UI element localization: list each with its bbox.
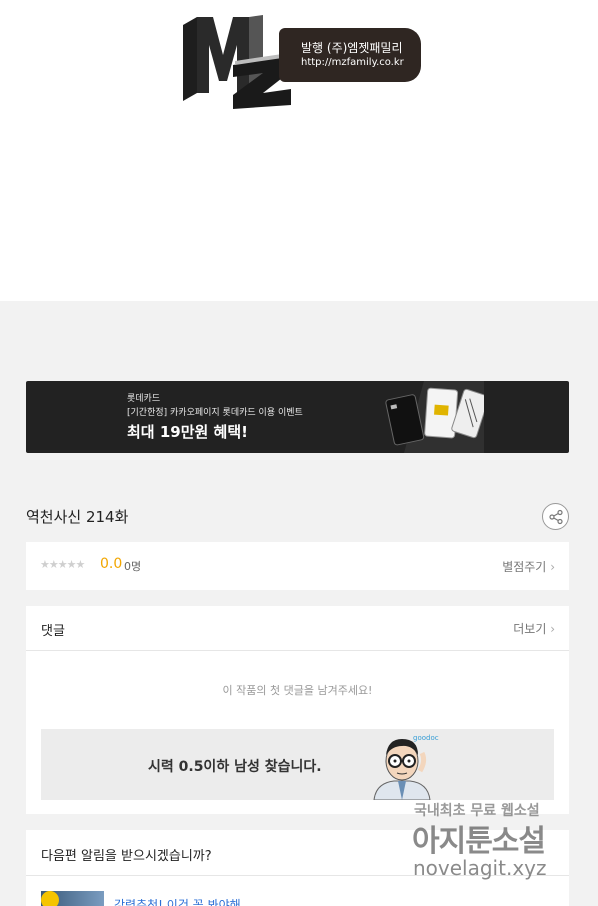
rating-stars: ★★★★★ <box>40 558 85 571</box>
credit-cards-illustration <box>385 381 484 453</box>
recommend-link[interactable]: 강력추천! 이건 꼭 봐야해 <box>114 896 241 906</box>
comments-heading: 댓글 <box>41 624 65 639</box>
banner-headline: 최대 19만원 혜택! <box>127 423 248 441</box>
comments-empty-message: 이 작품의 첫 댓글을 남겨주세요! <box>222 684 373 697</box>
banner-brand: 롯데카드 <box>127 394 161 404</box>
rate-button[interactable]: 별점주기 › <box>502 558 555 575</box>
clock-icon <box>41 891 59 906</box>
divider <box>26 650 569 651</box>
rating-count: 0명 <box>124 560 142 573</box>
divider <box>26 875 569 876</box>
episode-title: 역천사신 214화 <box>26 508 129 526</box>
ad-banner[interactable]: 시력 0.5이하 남성 찾습니다. goodoc <box>41 729 554 800</box>
banner-event-text: [기간한정] 카카오페이지 롯데카드 이용 이벤트 <box>127 408 303 418</box>
recommend-thumbnail[interactable] <box>41 891 104 906</box>
notification-question: 다음편 알림을 받으시겠습니까? <box>41 849 212 864</box>
chevron-right-icon: › <box>550 560 555 574</box>
publisher-logo: 발행 (주)엠젯패밀리 http://mzfamily.co.kr <box>183 15 423 109</box>
comments-more-label: 더보기 <box>513 622 547 636</box>
comments-more-button[interactable]: 더보기 › <box>513 620 555 637</box>
rate-button-label: 별점주기 <box>502 560 547 574</box>
promo-banner[interactable]: 롯데카드 [기간한정] 카카오페이지 롯데카드 이용 이벤트 최대 19만원 혜… <box>26 381 569 453</box>
notification-panel: 다음편 알림을 받으시겠습니까? 강력추천! 이건 꼭 봐야해 <box>26 830 569 906</box>
publisher-url: http://mzfamily.co.kr <box>301 57 404 68</box>
rating-panel: ★★★★★ 0.0 0명 별점주기 › <box>26 542 569 590</box>
share-button[interactable] <box>542 503 569 530</box>
ad-text: 시력 0.5이하 남성 찾습니다. <box>148 759 322 775</box>
share-icon <box>549 509 563 525</box>
rating-score: 0.0 <box>100 556 123 572</box>
publisher-label: 발행 (주)엠젯패밀리 <box>301 41 403 55</box>
comments-panel: 댓글 더보기 › 이 작품의 첫 댓글을 남겨주세요! 시력 0.5이하 남성 … <box>26 606 569 814</box>
chevron-right-icon: › <box>550 622 555 636</box>
ad-brand: goodoc <box>413 734 439 742</box>
